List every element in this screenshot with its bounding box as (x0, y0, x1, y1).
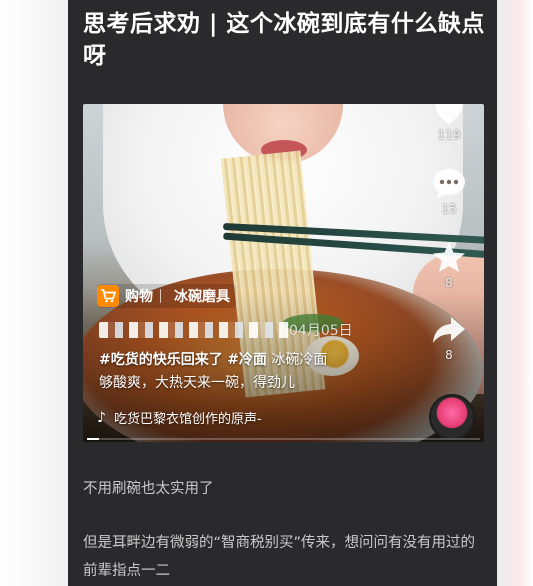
shop-divider (160, 289, 161, 303)
video-caption-line2: 够酸爽，大热天来一碗，得劲儿 (99, 375, 295, 391)
share-button[interactable]: 8 (429, 314, 469, 362)
comment-count: 15 (441, 202, 457, 216)
page-edge-right (497, 0, 533, 586)
shop-product: 冰碗磨具 (174, 289, 230, 305)
music-title: 吃货巴黎衣馆创作的原声- (113, 412, 262, 427)
post-date: 04月05日 (289, 323, 353, 339)
share-count: 8 (445, 348, 453, 362)
like-button[interactable]: 119 (429, 104, 469, 142)
video-player[interactable]: 119 15 8 8 购物 冰碗磨具 04月05日 #吃货的快乐回来了 #冷面 … (83, 104, 484, 442)
music-avatar[interactable] (429, 394, 475, 440)
caption-text: 冰碗冷面 (271, 352, 328, 368)
article-paragraph: 但是耳畔边有微弱的“智商税别买”传来，想问问有没有用过的前辈指点一二 (83, 535, 476, 579)
comment-icon (433, 169, 465, 199)
like-count: 119 (437, 128, 461, 142)
shop-tag[interactable]: 购物 冰碗磨具 (97, 284, 236, 308)
hashtag-link[interactable]: #吃货的快乐回来了 (99, 352, 223, 368)
favorite-count: 8 (445, 276, 453, 290)
shop-label: 购物 (125, 289, 153, 305)
video-progress-fill (87, 438, 99, 440)
username-blurred (99, 322, 289, 338)
video-caption-line1: #吃货的快乐回来了 #冷面 冰碗冷面 (99, 349, 399, 371)
share-icon (433, 317, 465, 343)
music-note-icon: ♪ (97, 409, 106, 426)
article-card: 思考后求劝 | 这个冰碗到底有什么缺点呀 119 15 8 8 购物 冰碗磨具 … (68, 0, 497, 586)
page-edge-left (0, 0, 68, 586)
favorite-button[interactable]: 8 (429, 240, 469, 290)
star-icon (433, 242, 465, 272)
music-info[interactable]: ♪ 吃货巴黎衣馆创作的原声- (97, 408, 262, 428)
hashtag-link[interactable]: #冷面 (227, 352, 267, 368)
heart-icon (435, 104, 463, 124)
article-paragraph: 不用刷碗也太实用了 (83, 481, 214, 497)
video-progress-bar[interactable] (87, 438, 480, 440)
comment-button[interactable]: 15 (429, 168, 469, 216)
article-title: 思考后求劝 | 这个冰碗到底有什么缺点呀 (83, 11, 485, 69)
cart-icon (97, 285, 119, 307)
